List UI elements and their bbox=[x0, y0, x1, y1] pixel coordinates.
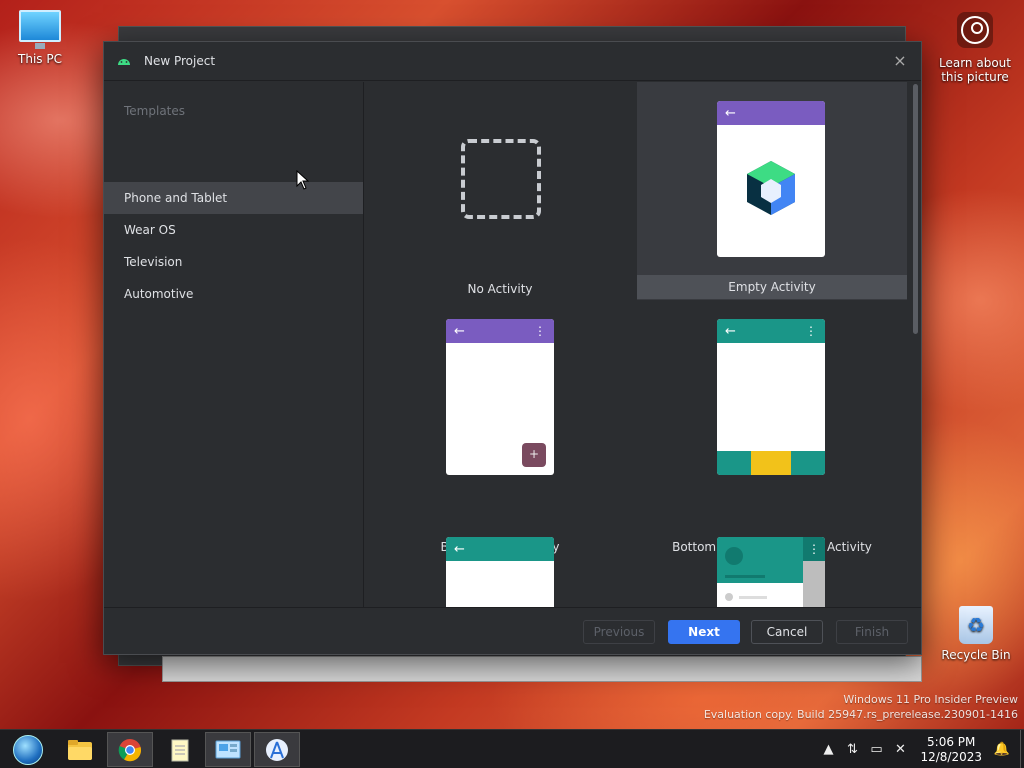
sidebar-section-label: Templates bbox=[124, 104, 186, 118]
background-window-edge bbox=[162, 656, 922, 682]
phone-preview: ← ⋮ bbox=[717, 319, 825, 475]
system-tray: ▲ ⇅ ▭ ✕ 5:06 PM 12/8/2023 🔔 bbox=[816, 730, 1024, 768]
mouse-cursor-icon bbox=[296, 170, 310, 190]
recycle-bin-icon: ♻ bbox=[959, 606, 993, 644]
phone-preview: ← ⋮ + bbox=[446, 319, 554, 475]
compose-logo-icon bbox=[747, 161, 795, 215]
template-empty-activity[interactable]: ← Empty Activity bbox=[637, 82, 907, 300]
file-explorer-icon bbox=[68, 739, 92, 760]
app-bar: ← bbox=[717, 101, 825, 125]
back-arrow-icon: ← bbox=[454, 323, 465, 339]
sidebar-item-wear-os[interactable]: Wear OS bbox=[104, 214, 363, 246]
next-button[interactable]: Next bbox=[668, 620, 740, 644]
template-label: No Activity bbox=[467, 282, 533, 296]
overflow-menu-icon: ⋮ bbox=[803, 537, 825, 561]
template-no-activity[interactable]: No Activity bbox=[365, 82, 635, 300]
dialog-titlebar[interactable]: New Project × bbox=[104, 42, 921, 81]
template-basic-views-activity[interactable]: ←⋮ + Basic Views Activity bbox=[365, 302, 635, 554]
back-arrow-icon: ← bbox=[454, 541, 465, 557]
new-project-dialog: New Project × Templates Phone and Tablet… bbox=[103, 41, 922, 655]
desktop-icon-learn-about-picture[interactable]: Learn about this picture bbox=[934, 12, 1016, 84]
template-responsive-views-activity[interactable]: ⋮ bbox=[637, 522, 907, 608]
dialog-footer: Previous Next Cancel Finish bbox=[104, 607, 921, 654]
app-bar: ← bbox=[446, 537, 554, 561]
chrome-icon bbox=[118, 738, 142, 761]
sidebar-item-automotive[interactable]: Automotive bbox=[104, 278, 363, 310]
desktop-icon-label: This PC bbox=[18, 52, 62, 66]
watermark-line-2: Evaluation copy. Build 25947.rs_prerelea… bbox=[703, 708, 1018, 721]
display-icon[interactable]: ▭ bbox=[864, 742, 888, 757]
control-panel-icon bbox=[215, 740, 241, 758]
app-bar: ← ⋮ bbox=[717, 319, 825, 343]
start-icon bbox=[13, 734, 43, 765]
phone-preview: ⋮ bbox=[717, 537, 825, 608]
start-button[interactable] bbox=[5, 732, 51, 767]
chevron-up-icon[interactable]: ▲ bbox=[816, 742, 840, 757]
overflow-menu-icon: ⋮ bbox=[534, 324, 546, 338]
app-bar: ← ⋮ bbox=[446, 319, 554, 343]
watermark-line-1: Windows 11 Pro Insider Preview bbox=[843, 693, 1018, 706]
templates-gallery: No Activity ← Empty Activity ←⋮ + Basic … bbox=[365, 82, 913, 608]
taskbar: ▲ ⇅ ▭ ✕ 5:06 PM 12/8/2023 🔔 bbox=[0, 729, 1024, 768]
phone-preview: ← bbox=[446, 537, 554, 608]
clock-date: 12/8/2023 bbox=[920, 749, 982, 764]
notification-bell-icon[interactable]: 🔔 bbox=[990, 742, 1014, 757]
clock-time: 5:06 PM bbox=[927, 734, 976, 749]
notepad-icon bbox=[171, 739, 189, 761]
volume-muted-icon[interactable]: ✕ bbox=[888, 742, 912, 757]
dashed-placeholder-icon bbox=[461, 139, 541, 219]
back-arrow-icon: ← bbox=[725, 323, 736, 339]
desktop-icon-recycle-bin[interactable]: ♻ Recycle Bin bbox=[936, 606, 1016, 662]
taskbar-file-explorer[interactable] bbox=[57, 732, 103, 767]
windows-watermark: Windows 11 Pro Insider Preview Evaluatio… bbox=[704, 692, 1018, 722]
finish-button[interactable]: Finish bbox=[836, 620, 908, 644]
desktop-icon-this-pc[interactable]: This PC bbox=[0, 10, 80, 66]
taskbar-clock[interactable]: 5:06 PM 12/8/2023 bbox=[912, 735, 990, 765]
previous-button[interactable]: Previous bbox=[583, 620, 655, 644]
bottom-nav-selected bbox=[751, 451, 791, 475]
template-label: Empty Activity bbox=[637, 275, 907, 299]
sidebar-item-television[interactable]: Television bbox=[104, 246, 363, 278]
gallery-scrollbar[interactable] bbox=[913, 84, 918, 334]
sidebar-item-phone-and-tablet[interactable]: Phone and Tablet bbox=[104, 182, 363, 214]
network-icon[interactable]: ⇅ bbox=[840, 742, 864, 757]
phone-preview: ← bbox=[717, 101, 825, 257]
desktop-icon-label: Recycle Bin bbox=[941, 648, 1011, 662]
android-icon bbox=[116, 53, 132, 69]
monitor-icon bbox=[19, 10, 61, 49]
templates-sidebar: Templates Phone and Tablet Wear OS Telev… bbox=[104, 82, 364, 608]
show-desktop-button[interactable] bbox=[1020, 730, 1024, 768]
template-bottom-navigation-views-activity[interactable]: ←⋮ Bottom Navigation Views Activity bbox=[637, 302, 907, 554]
taskbar-control-panel[interactable] bbox=[205, 732, 251, 767]
taskbar-notepad[interactable] bbox=[157, 732, 203, 767]
cancel-button[interactable]: Cancel bbox=[751, 620, 823, 644]
android-studio-icon bbox=[266, 738, 288, 761]
back-arrow-icon: ← bbox=[725, 105, 736, 121]
taskbar-android-studio[interactable] bbox=[254, 732, 300, 767]
dialog-title: New Project bbox=[144, 54, 216, 68]
camera-circle-icon bbox=[957, 12, 993, 48]
bottom-navigation-bar bbox=[717, 451, 825, 475]
close-icon[interactable]: × bbox=[891, 52, 909, 70]
overflow-menu-icon: ⋮ bbox=[805, 324, 817, 338]
desktop-icon-label: Learn about this picture bbox=[939, 56, 1011, 84]
template-navigation-drawer-activity[interactable]: ← bbox=[365, 522, 635, 608]
fab-plus-icon: + bbox=[522, 443, 546, 467]
taskbar-chrome[interactable] bbox=[107, 732, 153, 767]
